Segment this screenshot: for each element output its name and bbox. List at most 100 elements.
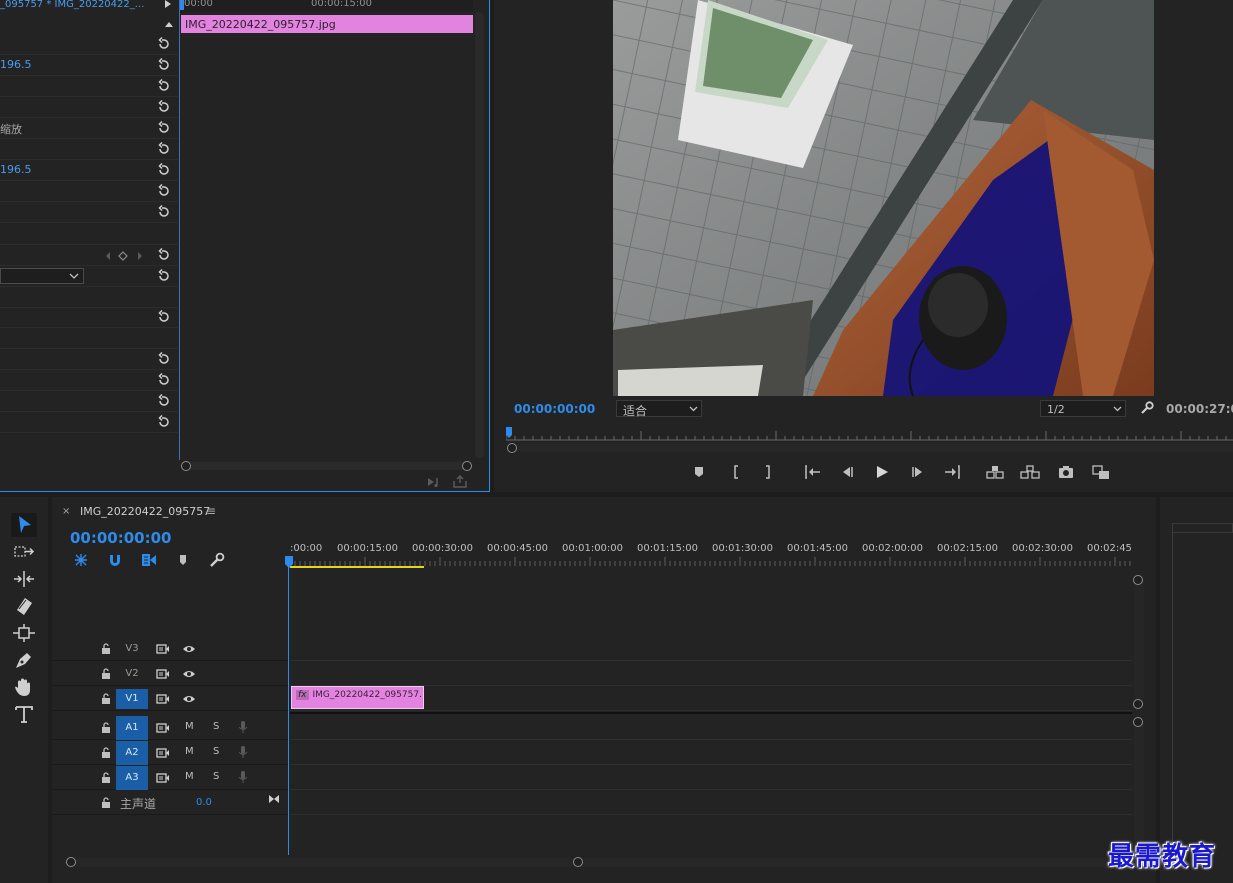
mute-button[interactable]: M bbox=[185, 746, 194, 757]
position-value[interactable]: 196.5 bbox=[0, 58, 32, 71]
reset-icon[interactable] bbox=[157, 163, 171, 177]
reset-icon[interactable] bbox=[157, 352, 171, 366]
sync-lock-icon[interactable] bbox=[156, 772, 170, 784]
track-lane-master[interactable] bbox=[290, 791, 1132, 815]
microphone-icon[interactable] bbox=[238, 770, 248, 784]
add-marker-button[interactable] bbox=[688, 463, 710, 481]
nest-toggle-button[interactable] bbox=[72, 552, 90, 568]
scroll-knob-right[interactable] bbox=[462, 461, 472, 471]
sync-lock-icon[interactable] bbox=[156, 643, 170, 655]
track-target-a2[interactable]: A2 bbox=[116, 741, 148, 765]
razor-tool[interactable] bbox=[11, 594, 37, 618]
lift-button[interactable] bbox=[984, 463, 1006, 481]
reset-icon[interactable] bbox=[157, 310, 171, 324]
reset-icon[interactable] bbox=[157, 269, 171, 283]
mini-playhead[interactable] bbox=[180, 0, 184, 10]
lock-icon[interactable] bbox=[100, 722, 112, 734]
program-video-frame[interactable] bbox=[613, 0, 1154, 396]
scroll-knob-top[interactable] bbox=[1133, 575, 1143, 585]
track-select-tool[interactable] bbox=[11, 540, 37, 564]
reset-icon[interactable] bbox=[157, 142, 171, 156]
track-target-a1[interactable]: A1 bbox=[116, 716, 148, 740]
pen-tool[interactable] bbox=[11, 648, 37, 672]
zoom-fit-dropdown[interactable]: 适合 bbox=[616, 400, 702, 418]
effect-controls-hscroll[interactable] bbox=[181, 461, 472, 471]
go-to-out-button[interactable] bbox=[941, 463, 963, 481]
slip-tool[interactable] bbox=[11, 621, 37, 645]
sync-lock-icon[interactable] bbox=[156, 747, 170, 759]
ripple-edit-tool[interactable] bbox=[11, 567, 37, 591]
scroll-knob-left[interactable] bbox=[66, 857, 76, 867]
track-lane-v3[interactable] bbox=[290, 637, 1132, 661]
microphone-icon[interactable] bbox=[238, 720, 248, 734]
step-back-button[interactable] bbox=[836, 463, 858, 481]
reset-icon[interactable] bbox=[157, 394, 171, 408]
play-button[interactable] bbox=[871, 463, 893, 481]
reset-icon[interactable] bbox=[157, 58, 171, 72]
track-target-v3[interactable]: V3 bbox=[116, 639, 148, 659]
playhead-handle[interactable] bbox=[285, 556, 293, 568]
track-target-v2[interactable]: V2 bbox=[116, 664, 148, 684]
comparison-view-button[interactable] bbox=[1090, 463, 1112, 481]
reset-icon[interactable] bbox=[157, 37, 171, 51]
panel-menu-button[interactable]: ≡ bbox=[206, 504, 216, 518]
sequence-tab[interactable]: IMG_20220422_095757 bbox=[80, 505, 210, 518]
program-zoom-scrollbar[interactable] bbox=[507, 443, 1233, 453]
reset-icon[interactable] bbox=[157, 184, 171, 198]
sync-lock-icon[interactable] bbox=[156, 722, 170, 734]
scroll-knob-bottom[interactable] bbox=[1133, 699, 1143, 709]
mute-button[interactable]: M bbox=[185, 771, 194, 782]
mark-out-button[interactable] bbox=[757, 463, 779, 481]
scale-value[interactable]: 196.5 bbox=[0, 163, 32, 176]
video-tracks-vscroll[interactable] bbox=[1133, 575, 1144, 709]
lock-icon[interactable] bbox=[100, 772, 112, 784]
mute-button[interactable]: M bbox=[185, 721, 194, 732]
sequence-timecode[interactable]: 00:00:00:00 bbox=[70, 529, 172, 547]
lock-icon[interactable] bbox=[100, 643, 112, 655]
eye-icon[interactable] bbox=[182, 693, 196, 705]
resolution-dropdown[interactable]: 1/2 bbox=[1040, 400, 1126, 417]
effect-controls-vscroll[interactable] bbox=[475, 12, 484, 458]
effect-controls-header[interactable]: _095757 * IMG_20220422_... bbox=[0, 0, 180, 11]
scroll-knob-middle[interactable] bbox=[573, 857, 583, 867]
effect-controls-divider[interactable] bbox=[179, 0, 180, 460]
solo-button[interactable]: S bbox=[213, 771, 219, 782]
program-timecode-current[interactable]: 00:00:00:00 bbox=[514, 402, 595, 416]
timeline-time-ruler[interactable]: :00:00 00:00:15:00 00:00:30:00 00:00:45:… bbox=[290, 539, 1132, 569]
reset-icon[interactable] bbox=[157, 100, 171, 114]
export-icon[interactable] bbox=[452, 475, 468, 488]
audio-note-icon[interactable] bbox=[426, 476, 442, 488]
selection-tool[interactable] bbox=[11, 513, 37, 537]
effect-controls-clip-bar[interactable]: IMG_20220422_095757.jpg bbox=[181, 15, 473, 33]
microphone-icon[interactable] bbox=[238, 745, 248, 759]
lock-icon[interactable] bbox=[100, 693, 112, 705]
lock-icon[interactable] bbox=[100, 668, 112, 680]
track-lane-a1[interactable] bbox=[290, 716, 1132, 740]
effect-controls-mini-timeline[interactable]: 00:00 00:00:15:00 bbox=[180, 0, 473, 12]
reset-icon[interactable] bbox=[157, 415, 171, 429]
scroll-knob-left[interactable] bbox=[181, 461, 191, 471]
collapse-triangle-icon[interactable] bbox=[164, 20, 174, 28]
reset-icon[interactable] bbox=[157, 79, 171, 93]
track-lane-a2[interactable] bbox=[290, 741, 1132, 765]
eye-icon[interactable] bbox=[182, 643, 196, 655]
reset-icon[interactable] bbox=[157, 248, 171, 262]
hand-tool[interactable] bbox=[11, 675, 37, 699]
track-lane-a3[interactable] bbox=[290, 766, 1132, 790]
go-to-edit-icon[interactable] bbox=[268, 794, 280, 804]
track-target-v1[interactable]: V1 bbox=[116, 689, 148, 709]
scroll-knob-top[interactable] bbox=[1133, 717, 1143, 727]
program-time-ruler[interactable] bbox=[506, 427, 1233, 441]
type-tool[interactable] bbox=[11, 702, 37, 726]
playhead-line[interactable] bbox=[288, 557, 289, 855]
video-audio-divider[interactable] bbox=[290, 712, 1132, 714]
mark-in-button[interactable] bbox=[725, 463, 747, 481]
sync-lock-icon[interactable] bbox=[156, 693, 170, 705]
blend-mode-dropdown[interactable] bbox=[0, 268, 84, 284]
go-to-in-button[interactable] bbox=[802, 463, 824, 481]
lock-icon[interactable] bbox=[100, 797, 112, 809]
work-area-bar[interactable] bbox=[290, 566, 424, 568]
track-lane-v2[interactable] bbox=[290, 662, 1132, 686]
track-target-a3[interactable]: A3 bbox=[116, 766, 148, 790]
solo-button[interactable]: S bbox=[213, 746, 219, 757]
